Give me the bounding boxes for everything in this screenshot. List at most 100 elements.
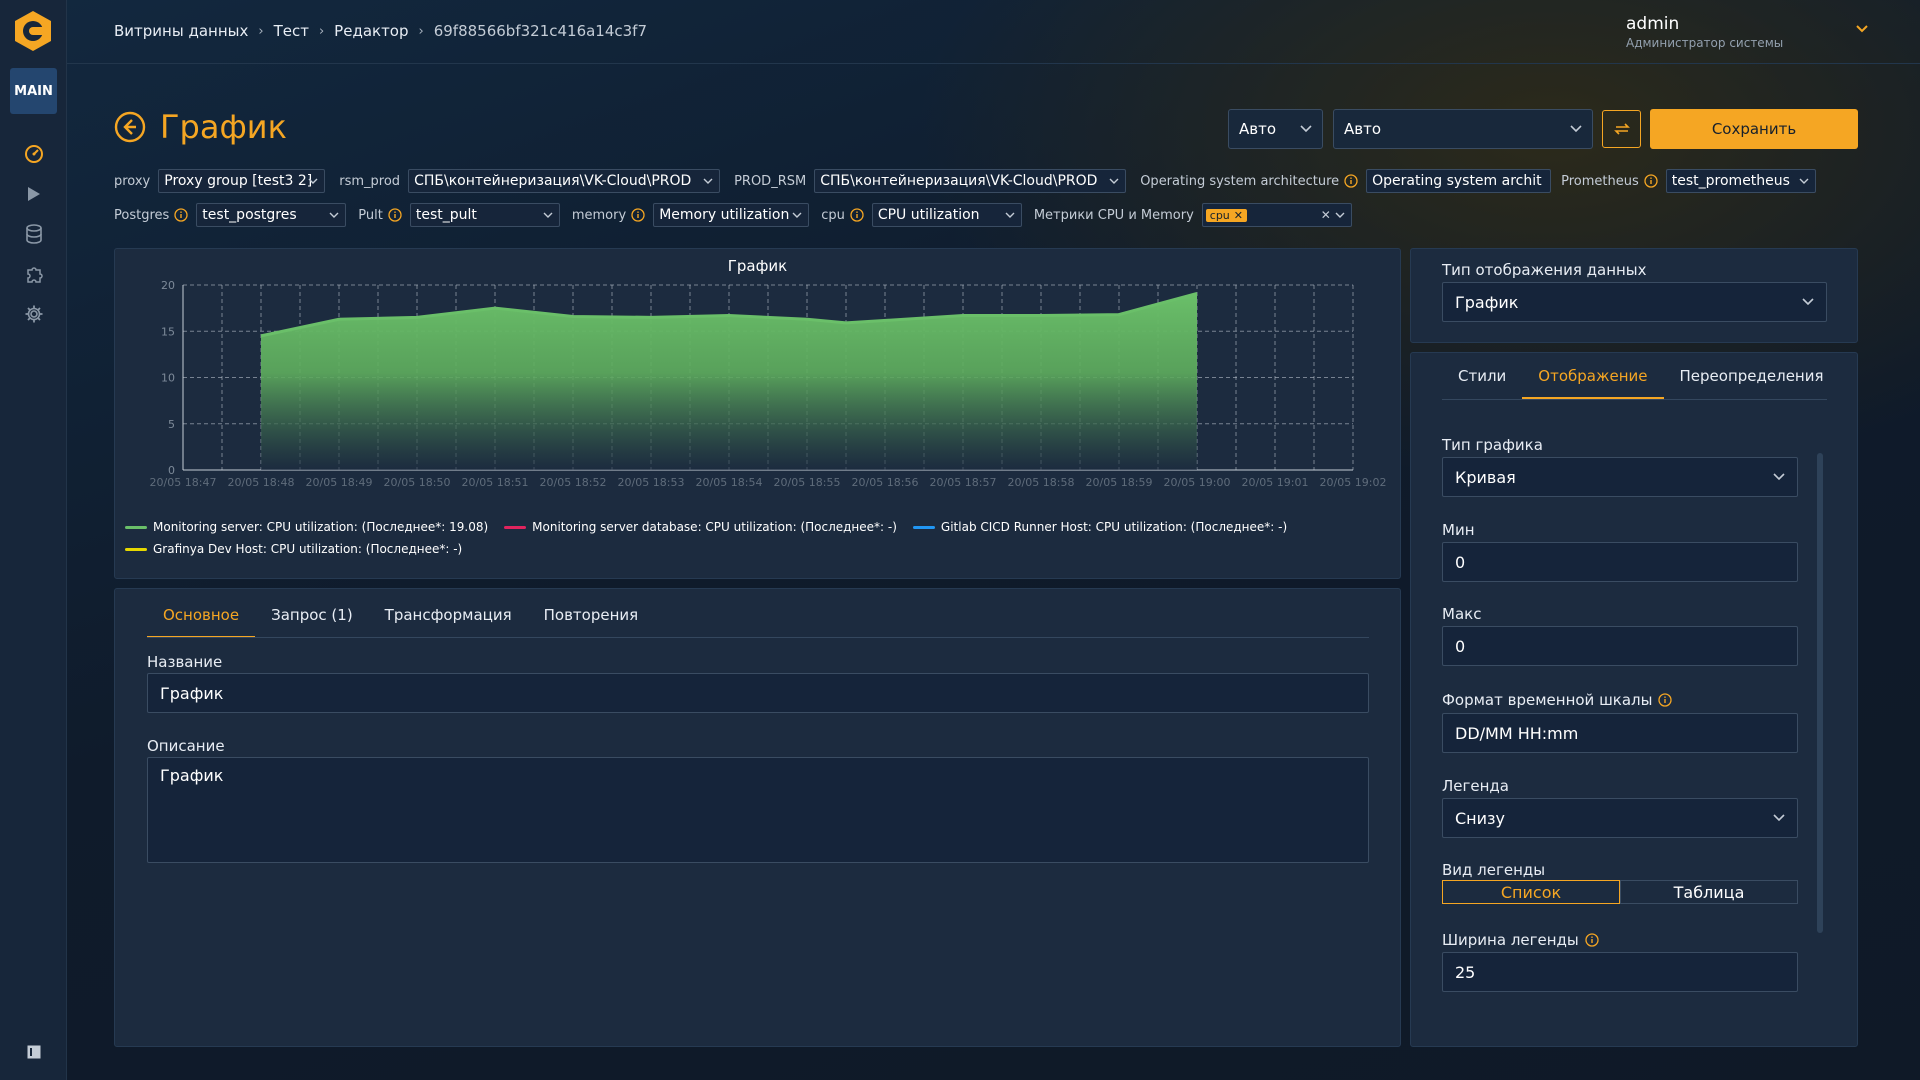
time-format-label: Формат временной шкалы [1442,691,1653,709]
var-multiselect-metrics[interactable]: cpu ✕ ✕ [1201,203,1352,227]
var-select-rsm-prod[interactable]: СПБ\контейнеризация\VK-Cloud\PROD [408,169,721,193]
legend-item[interactable]: Gitlab CICD Runner Host: CPU utilization… [912,520,1288,534]
y-tick-label: 10 [161,372,175,385]
legend-view-label: Вид легенды [1442,861,1546,879]
dashboard-icon[interactable] [22,142,46,166]
legend-width-label-row: Ширина легенды [1442,931,1599,949]
app-logo-icon[interactable] [12,10,54,52]
database-icon[interactable] [22,222,46,246]
chevron-down-icon [1570,125,1582,133]
info-icon[interactable] [850,208,864,222]
info-icon[interactable] [1344,174,1358,188]
name-label: Название [147,653,223,671]
x-tick-label: 20/05 18:59 [1086,476,1153,489]
name-input[interactable]: График [147,673,1369,713]
display-type-panel: Тип отображения данных График [1410,248,1858,343]
var-label-text: PROD_RSM [734,173,807,189]
var-select-memory[interactable]: Memory utilization [653,203,810,227]
tab-transform[interactable]: Трансформация [369,592,528,638]
panel-toggle-icon[interactable] [22,1040,46,1064]
var-select-proxy[interactable]: Proxy group [test3 2] [158,169,326,193]
legend-item[interactable]: Grafinya Dev Host: CPU utilization: (Пос… [125,542,462,556]
time-format-input[interactable]: DD/MM HH:mm [1442,713,1798,753]
refresh-interval-select[interactable]: Авто [1333,109,1593,149]
chip-remove-icon[interactable]: ✕ [1234,209,1243,222]
var-value: Proxy group [test3 2] [164,173,313,189]
var-select-prod-rsm[interactable]: СПБ\контейнеризация\VK-Cloud\PROD [814,169,1127,193]
back-arrow-icon[interactable] [114,111,146,143]
var-label-text: Pult [358,207,383,223]
tab-overrides[interactable]: Переопределения [1664,353,1840,399]
info-icon[interactable] [1585,933,1599,947]
breadcrumb-item[interactable]: Редактор [334,22,408,40]
var-select-os-arch[interactable]: Operating system archit [1366,169,1552,193]
chevron-down-icon [329,212,339,218]
tab-main[interactable]: Основное [147,592,256,638]
puzzle-icon[interactable] [22,262,46,286]
tab-styles[interactable]: Стили [1442,353,1522,399]
save-button[interactable]: Сохранить [1650,109,1858,149]
legend-view-list[interactable]: Список [1442,880,1620,904]
chevron-right-icon: › [418,23,424,39]
tab-display[interactable]: Отображение [1522,353,1664,399]
chevron-down-icon[interactable] [1855,24,1869,34]
chart-type-select[interactable]: Кривая [1442,457,1798,497]
x-tick-label: 20/05 19:01 [1242,476,1309,489]
x-tick-label: 20/05 18:50 [384,476,451,489]
legend-item[interactable]: Monitoring server database: CPU utilizat… [504,520,897,534]
sidebar: MAIN [0,0,67,1080]
max-input[interactable]: 0 [1442,626,1798,666]
var-label-text: Postgres [114,207,170,223]
editor-panel: Основное Запрос (1) Трансформация Повтор… [114,588,1401,1047]
chart-panel: График 0 5 10 15 20 20/05 18:47 20/05 18:48 20/… [114,248,1401,579]
clear-icon[interactable]: ✕ [1321,208,1331,222]
breadcrumb-item[interactable]: Тест [274,22,309,40]
tab-repeat[interactable]: Повторения [528,592,655,638]
display-type-select[interactable]: График [1442,282,1827,322]
tab-query[interactable]: Запрос (1) [255,592,369,638]
legend-item[interactable]: Monitoring server: CPU utilization: (Пос… [125,520,488,534]
chevron-down-icon [792,212,802,218]
legend-position-select[interactable]: Снизу [1442,798,1798,838]
info-icon[interactable] [631,208,645,222]
var-select-cpu[interactable]: CPU utilization [871,203,1022,227]
var-label-prometheus: Prometheus [1561,174,1658,189]
play-icon[interactable] [22,182,46,206]
legend-label: Gitlab CICD Runner Host: CPU utilization… [940,520,1288,534]
description-textarea[interactable]: График [147,757,1369,863]
min-label: Мин [1442,521,1475,539]
var-label-text: Метрики CPU и Memory [1033,207,1194,223]
var-select-pult[interactable]: test_pult [409,203,560,227]
chart-type-label: Тип графика [1442,436,1543,454]
info-icon[interactable] [388,208,402,222]
chevron-down-icon [1802,298,1814,306]
var-value: Memory utilization [659,207,790,223]
user-menu[interactable]: admin Администратор системы [1626,14,1783,50]
legend-swatch [125,547,147,551]
var-label-text: Prometheus [1561,173,1639,189]
chevron-down-icon [1300,125,1312,133]
legend-swatch [125,525,147,529]
scrollbar-thumb[interactable] [1817,453,1823,933]
time-format-label-row: Формат временной шкалы [1442,691,1673,709]
breadcrumb-item[interactable]: Витрины данных [114,22,248,40]
min-input[interactable]: 0 [1442,542,1798,582]
main-workspace-badge[interactable]: MAIN [10,68,57,114]
description-label: Описание [147,737,225,755]
legend-view-table[interactable]: Таблица [1620,880,1798,904]
refresh-button[interactable] [1602,110,1641,148]
legend-width-input[interactable]: 25 [1442,952,1798,992]
x-tick-label: 20/05 18:48 [228,476,295,489]
chevron-down-icon [1335,212,1345,218]
interval-select[interactable]: Авто [1228,109,1323,149]
gear-icon[interactable] [22,302,46,326]
info-icon[interactable] [174,208,188,222]
var-label-text: Operating system architecture [1140,173,1340,189]
info-icon[interactable] [1658,693,1673,707]
x-tick-label: 20/05 18:53 [618,476,685,489]
options-scrollbar[interactable] [1814,435,1826,1015]
legend-label: Monitoring server database: CPU utilizat… [532,520,897,534]
var-select-postgres[interactable]: test_postgres [196,203,347,227]
var-select-prometheus[interactable]: test_prometheus [1665,169,1816,193]
info-icon[interactable] [1644,174,1658,188]
